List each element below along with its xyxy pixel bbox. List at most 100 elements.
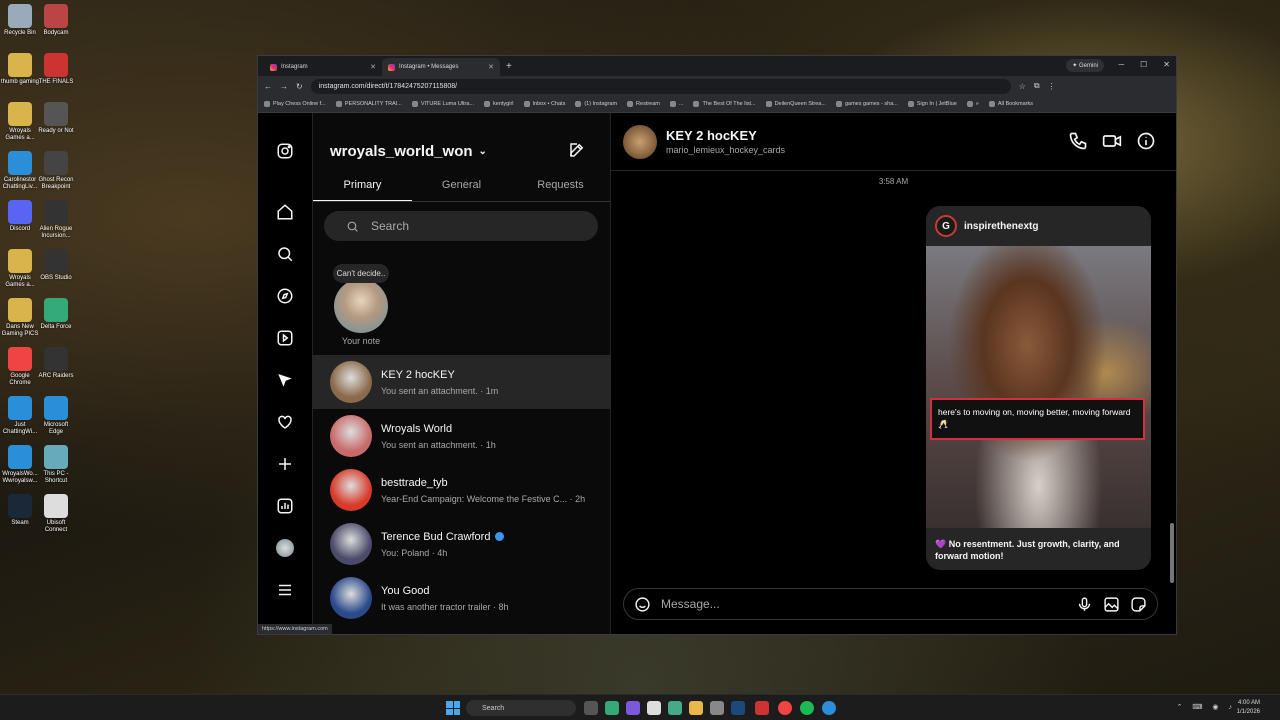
desktop-icon[interactable]: Ubisoft Connect: [36, 494, 76, 534]
message-composer[interactable]: Message...: [623, 588, 1158, 620]
desktop-icon[interactable]: Discord: [0, 200, 40, 233]
account-switcher[interactable]: wroyals_world_won ⌄: [330, 143, 487, 160]
compose-icon[interactable]: [568, 141, 586, 159]
bookmark-item[interactable]: »: [966, 101, 979, 107]
steam-icon[interactable]: [731, 701, 745, 715]
home-icon[interactable]: [275, 202, 295, 222]
reels-icon[interactable]: [275, 328, 295, 348]
desktop-icon[interactable]: thumb gaming: [0, 53, 40, 86]
conversation-item[interactable]: Terence Bud Crawford You: Poland · 4h: [313, 517, 610, 571]
tab-instagram[interactable]: Instagram ✕: [264, 58, 382, 76]
bookmark-item[interactable]: All Bookmarks: [988, 101, 1033, 107]
menu-icon[interactable]: ⋮: [1048, 82, 1056, 91]
app-icon[interactable]: [668, 701, 682, 715]
bookmark-item[interactable]: The Best Of The list...: [693, 101, 756, 107]
spotify-icon[interactable]: [800, 701, 814, 715]
dashboard-icon[interactable]: [275, 496, 295, 516]
forward-icon[interactable]: →: [280, 82, 288, 91]
close-window-icon[interactable]: ✕: [1163, 60, 1170, 69]
instagram-logo-icon[interactable]: [275, 141, 295, 161]
bookmark-item[interactable]: (1) Instagram: [575, 101, 617, 107]
desktop-icon[interactable]: Delta Force: [36, 298, 76, 331]
close-tab-icon[interactable]: ✕: [488, 63, 494, 71]
desktop-icon[interactable]: Ready or Not: [36, 102, 76, 135]
url-field[interactable]: instagram.com/direct/t/17842475207115808…: [310, 78, 1011, 94]
conversation-item[interactable]: You Good It was another tractor trailer ·…: [313, 571, 610, 625]
maximize-icon[interactable]: ☐: [1140, 60, 1147, 69]
scrollbar[interactable]: [1170, 183, 1174, 583]
profile-avatar[interactable]: [275, 538, 295, 558]
bookmark-item[interactable]: PERSONALITY TRAI...: [335, 101, 402, 107]
search-icon[interactable]: [275, 244, 295, 264]
bookmark-item[interactable]: Sign In | JetBlue: [907, 101, 957, 107]
bookmark-item[interactable]: ...: [669, 101, 683, 107]
desktop-icon[interactable]: Google Chrome: [0, 347, 40, 387]
info-icon[interactable]: [1136, 131, 1156, 151]
tab-general[interactable]: General: [412, 175, 511, 201]
desktop-icon[interactable]: WroyalsWo... Wwroyalsw...: [0, 445, 40, 485]
message-input[interactable]: Message...: [661, 597, 720, 611]
desktop-icon[interactable]: Just ChattingWi...: [0, 396, 40, 436]
extensions-icon[interactable]: ⧉: [1034, 81, 1040, 91]
desktop-icon[interactable]: Steam: [0, 494, 40, 527]
messages-icon[interactable]: [275, 370, 295, 390]
bookmark-item[interactable]: VITURE Luma Ultra...: [411, 101, 474, 107]
scrollbar-thumb[interactable]: [1170, 523, 1174, 583]
video-call-icon[interactable]: [1102, 131, 1122, 151]
reload-icon[interactable]: ↻: [296, 82, 303, 91]
task-view-icon[interactable]: [584, 701, 598, 715]
sticker-icon[interactable]: [1130, 596, 1147, 613]
shared-post-card[interactable]: G inspirethenextg here's to moving on, m…: [926, 206, 1151, 570]
minimize-icon[interactable]: ─: [1118, 60, 1124, 69]
start-icon[interactable]: [446, 701, 460, 715]
create-plus-icon[interactable]: [275, 454, 295, 474]
bookmark-item[interactable]: Play Chess Online f...: [264, 101, 326, 107]
desktop-icon[interactable]: ARC Raiders: [36, 347, 76, 380]
notifications-heart-icon[interactable]: [275, 412, 295, 432]
desktop-icon[interactable]: Alien Rogue Incursion...: [36, 200, 76, 240]
desktop-icon[interactable]: This PC - Shortcut: [36, 445, 76, 485]
nvidia-icon[interactable]: [605, 701, 619, 715]
explore-icon[interactable]: [275, 286, 295, 306]
conversation-item[interactable]: KEY 2 hocKEY You sent an attachment. · 1m: [313, 355, 610, 409]
tab-requests[interactable]: Requests: [511, 175, 610, 201]
thread-avatar[interactable]: [623, 124, 657, 159]
desktop-icon[interactable]: Bodycam: [36, 4, 76, 37]
tab-instagram-messages[interactable]: Instagram • Messages ✕: [382, 58, 500, 76]
bookmark-item[interactable]: Restream: [627, 101, 660, 107]
edge-icon[interactable]: [822, 701, 836, 715]
desktop-icon[interactable]: Recycle Bin: [0, 4, 40, 37]
desktop-icon[interactable]: Wroyals Games a...: [0, 102, 40, 142]
desktop-icon[interactable]: Ghost Recon Breakpoint: [36, 151, 76, 191]
phone-icon[interactable]: [1068, 131, 1088, 151]
desktop-icon[interactable]: THE FINALS: [36, 53, 76, 86]
bookmark-item[interactable]: kentygirl: [484, 101, 514, 107]
back-icon[interactable]: ←: [264, 82, 272, 91]
card-account[interactable]: inspirethenextg: [964, 221, 1038, 232]
bookmark-item[interactable]: games games - sha...: [835, 101, 898, 107]
conversation-item[interactable]: besttrade_tyb Year-End Campaign: Welcome …: [313, 463, 610, 517]
taskbar-search[interactable]: Search: [466, 700, 576, 716]
bookmark-item[interactable]: Inbox • Chats: [523, 101, 565, 107]
microphone-icon[interactable]: [1076, 596, 1093, 613]
star-icon[interactable]: ☆: [1019, 82, 1026, 91]
desktop-icon[interactable]: Dans New Gaming PICS: [0, 298, 40, 338]
chrome-icon[interactable]: [778, 701, 792, 715]
system-tray[interactable]: ⌃ ⌨ ◉ ♪: [1177, 703, 1236, 711]
desktop-icon[interactable]: Carolinestor ChattingLiv...: [0, 151, 40, 191]
image-icon[interactable]: [1103, 596, 1120, 613]
file-explorer-icon[interactable]: [689, 701, 703, 715]
gemini-button[interactable]: ✦ Gemini: [1066, 59, 1104, 72]
new-tab-button[interactable]: +: [506, 61, 512, 72]
notepad-icon[interactable]: [647, 701, 661, 715]
desktop-icon[interactable]: Wroyals Games a...: [0, 249, 40, 289]
clock[interactable]: 4:00 AM 1/1/2026: [1237, 699, 1260, 717]
search-input[interactable]: Search: [324, 211, 598, 241]
desktop-icon[interactable]: OBS Studio: [36, 249, 76, 282]
more-menu-icon[interactable]: [275, 580, 295, 600]
close-tab-icon[interactable]: ✕: [370, 63, 376, 71]
settings-icon[interactable]: [710, 701, 724, 715]
tab-primary[interactable]: Primary: [313, 175, 412, 201]
your-note[interactable]: Can't decide.. Your note: [330, 263, 392, 346]
thread-name[interactable]: KEY 2 hocKEY: [666, 128, 785, 143]
